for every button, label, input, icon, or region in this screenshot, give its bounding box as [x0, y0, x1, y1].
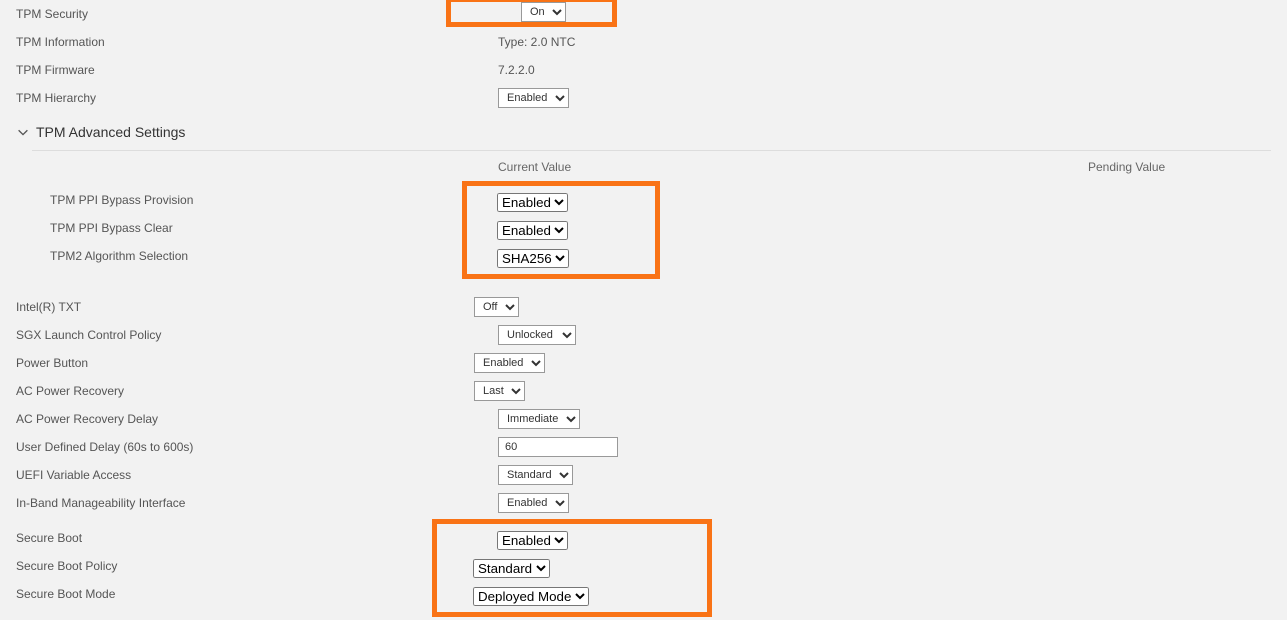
tpm-information-value: Type: 2.0 NTC — [474, 35, 575, 49]
sgx-policy-label: SGX Launch Control Policy — [0, 328, 474, 342]
tpm-hierarchy-label: TPM Hierarchy — [0, 91, 474, 105]
secure-boot-highlight: Enabled Standard Deployed Mode — [432, 519, 712, 617]
tpm-hierarchy-select[interactable]: Enabled — [498, 88, 569, 108]
ac-recovery-delay-label: AC Power Recovery Delay — [0, 412, 474, 426]
tpm-information-label: TPM Information — [0, 35, 474, 49]
tpm2-algorithm-select[interactable]: SHA256 — [497, 249, 569, 268]
ac-recovery-label: AC Power Recovery — [0, 384, 474, 398]
ac-recovery-select[interactable]: Last — [474, 381, 525, 401]
column-header-pending: Pending Value — [898, 160, 1287, 174]
sgx-policy-select[interactable]: Unlocked — [498, 325, 576, 345]
column-header-current: Current Value — [498, 160, 898, 174]
intel-txt-label: Intel(R) TXT — [0, 300, 474, 314]
intel-txt-select[interactable]: Off — [474, 297, 519, 317]
ac-recovery-delay-select[interactable]: Immediate — [498, 409, 580, 429]
tpm-advanced-highlight: Enabled Enabled SHA256 — [462, 181, 660, 279]
ppi-bypass-clear-select[interactable]: Enabled — [497, 221, 568, 240]
tpm-security-highlight: On — [446, 0, 617, 27]
secure-boot-select[interactable]: Enabled — [497, 531, 568, 550]
secure-boot-label: Secure Boot — [0, 524, 460, 552]
secure-boot-mode-select[interactable]: Deployed Mode — [473, 587, 589, 606]
power-button-label: Power Button — [0, 356, 474, 370]
chevron-down-icon — [16, 125, 30, 139]
user-delay-input[interactable] — [498, 437, 618, 457]
ppi-bypass-provision-label: TPM PPI Bypass Provision — [0, 186, 460, 214]
inband-mgmt-label: In-Band Manageability Interface — [0, 496, 474, 510]
uefi-var-label: UEFI Variable Access — [0, 468, 474, 482]
secure-boot-policy-label: Secure Boot Policy — [0, 552, 460, 580]
inband-mgmt-select[interactable]: Enabled — [498, 493, 569, 513]
tpm-security-label: TPM Security — [0, 7, 474, 21]
section-divider — [32, 150, 1271, 151]
user-delay-label: User Defined Delay (60s to 600s) — [0, 440, 474, 454]
tpm-advanced-section-title: TPM Advanced Settings — [36, 124, 185, 140]
tpm2-algorithm-label: TPM2 Algorithm Selection — [0, 242, 460, 270]
tpm-firmware-label: TPM Firmware — [0, 63, 474, 77]
secure-boot-mode-label: Secure Boot Mode — [0, 580, 460, 608]
ppi-bypass-provision-select[interactable]: Enabled — [497, 193, 568, 212]
power-button-select[interactable]: Enabled — [474, 353, 545, 373]
uefi-var-select[interactable]: Standard — [498, 465, 573, 485]
secure-boot-policy-select[interactable]: Standard — [473, 559, 550, 578]
tpm-firmware-value: 7.2.2.0 — [474, 63, 535, 77]
tpm-advanced-section-toggle[interactable]: TPM Advanced Settings — [0, 116, 1287, 148]
tpm-security-select[interactable]: On — [521, 2, 566, 22]
ppi-bypass-clear-label: TPM PPI Bypass Clear — [0, 214, 460, 242]
